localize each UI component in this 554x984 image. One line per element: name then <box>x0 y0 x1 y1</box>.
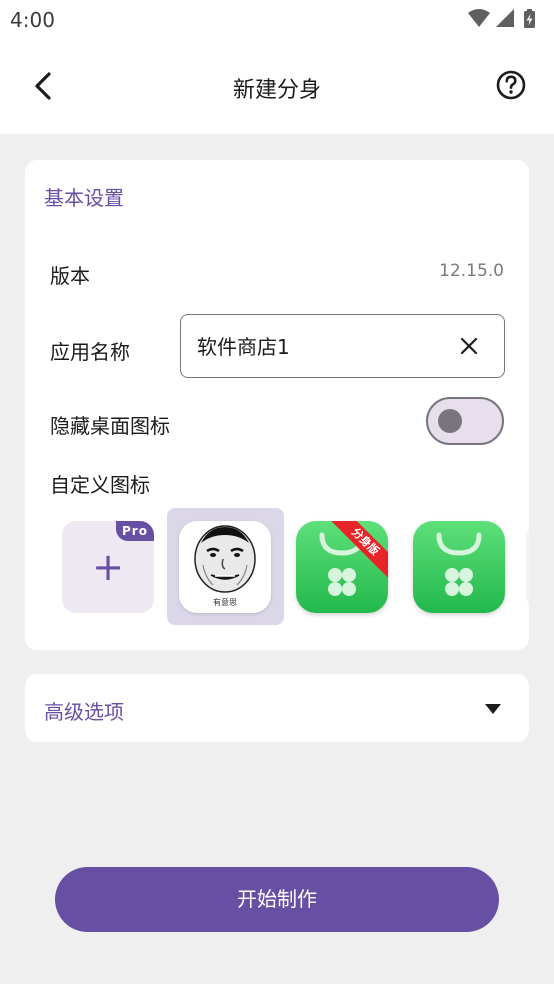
help-circle-icon <box>496 70 526 100</box>
status-bar: 4:00 <box>0 0 554 40</box>
app-name-label: 应用名称 <box>50 340 130 364</box>
next-icon-placeholder <box>526 521 529 613</box>
version-value: 12.15.0 <box>439 261 504 281</box>
app-name-input[interactable] <box>197 315 447 376</box>
app-store-icon <box>413 521 505 613</box>
meme-caption: 有意思 <box>213 598 237 607</box>
icon-option-clone-ribbon[interactable]: 分身版 <box>284 508 401 625</box>
hide-icon-label: 隐藏桌面图标 <box>50 414 170 438</box>
add-custom-icon-button[interactable]: + Pro <box>62 521 154 613</box>
advanced-options-title: 高级选项 <box>44 700 124 724</box>
app-bar: 新建分身 <box>0 40 554 134</box>
wifi-icon <box>468 9 490 27</box>
signal-icon <box>496 9 514 27</box>
basic-settings-card: 基本设置 版本 12.15.0 应用名称 隐藏桌面图标 自定义图标 + Pro <box>25 160 529 650</box>
icon-option-next[interactable] <box>518 508 529 625</box>
battery-charging-icon <box>524 9 535 28</box>
icon-option-original[interactable] <box>401 508 518 625</box>
version-label: 版本 <box>50 264 90 288</box>
status-time: 4:00 <box>10 8 55 32</box>
clear-button[interactable] <box>458 335 480 357</box>
close-icon <box>460 337 478 355</box>
dropdown-arrow-icon <box>485 704 501 714</box>
app-store-icon <box>296 521 388 613</box>
start-making-button[interactable]: 开始制作 <box>55 867 499 932</box>
toggle-knob <box>438 409 462 433</box>
icon-option-meme[interactable]: 有意思 <box>167 508 284 625</box>
help-button[interactable] <box>494 68 528 102</box>
advanced-options-card[interactable]: 高级选项 <box>25 674 529 742</box>
status-icons <box>466 8 544 30</box>
store-clone-icon: 分身版 <box>296 521 388 613</box>
pro-badge: Pro <box>116 521 154 541</box>
basic-settings-title: 基本设置 <box>44 186 124 210</box>
page-title: 新建分身 <box>232 78 321 103</box>
hide-icon-toggle[interactable] <box>426 397 504 445</box>
meme-face-drawing <box>194 525 256 593</box>
custom-icon-label: 自定义图标 <box>50 473 150 497</box>
meme-face-icon: 有意思 <box>179 521 271 613</box>
store-original-icon <box>413 521 505 613</box>
app-name-field <box>180 314 505 378</box>
icon-picker-list: + Pro 有意思 分身版 <box>25 508 529 626</box>
